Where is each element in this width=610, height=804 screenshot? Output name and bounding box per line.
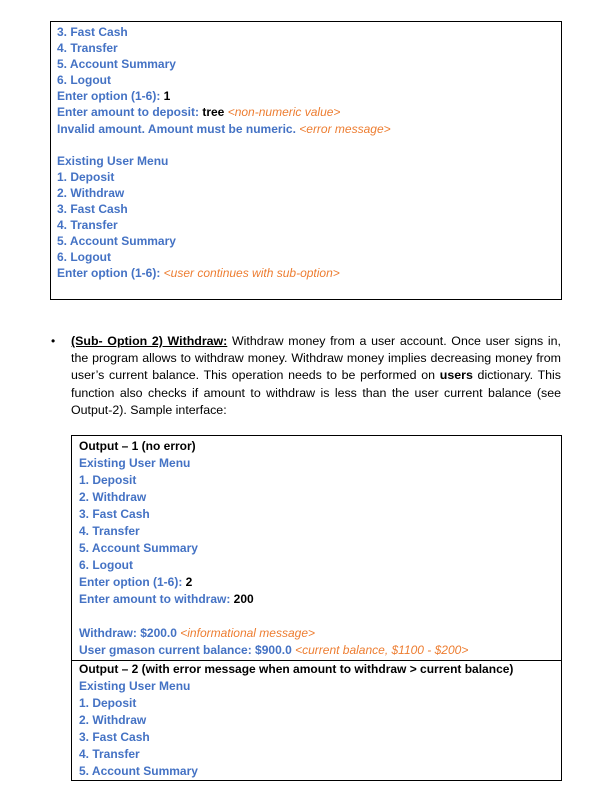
console-line: 6. Logout bbox=[57, 249, 561, 265]
prompt-text: 4. Transfer bbox=[79, 524, 140, 538]
console-line: 6. Logout bbox=[57, 72, 561, 88]
annotation-note: <current balance, $1100 - $200> bbox=[291, 643, 469, 657]
console-line: 2. Withdraw bbox=[79, 712, 561, 729]
console-line: Enter amount to withdraw: 200 bbox=[79, 591, 561, 608]
console-line: 3. Fast Cash bbox=[57, 24, 561, 40]
output-1-box: Output – 1 (no error) Existing User Menu 1… bbox=[71, 435, 562, 661]
prompt-text: Enter option (1-6): bbox=[57, 266, 164, 281]
console-line: 2. Withdraw bbox=[57, 185, 561, 201]
output-heading: Output – 2 (with error message when amou… bbox=[79, 662, 514, 676]
console-line: Enter amount to deposit: tree <non-numer… bbox=[57, 104, 561, 120]
console-line: Withdraw: $200.0 <informational message> bbox=[79, 625, 561, 642]
prompt-text: Enter option (1-6): bbox=[79, 575, 186, 589]
console-line: Enter option (1-6): 2 bbox=[79, 574, 561, 591]
console-line: User gmason current balance: $900.0 <cur… bbox=[79, 642, 561, 659]
output-2-box: Output – 2 (with error message when amou… bbox=[71, 660, 562, 781]
prompt-text: Existing User Menu bbox=[57, 153, 169, 168]
console-line: 4. Transfer bbox=[79, 746, 561, 763]
prompt-text: 4. Transfer bbox=[57, 218, 118, 233]
prompt-text: 6. Logout bbox=[57, 250, 111, 265]
annotation-note: <error message> bbox=[295, 121, 391, 136]
prompt-text: 1. Deposit bbox=[57, 169, 115, 184]
prompt-text: 5. Account Summary bbox=[57, 57, 176, 72]
prompt-text: 3. Fast Cash bbox=[79, 507, 150, 521]
user-input-value: 1 bbox=[163, 89, 171, 104]
output-heading: Output – 1 (no error) bbox=[79, 439, 196, 453]
annotation-note: <non-numeric value> bbox=[224, 105, 341, 120]
prompt-text: Enter option (1-6): bbox=[57, 89, 164, 104]
console-line: 1. Deposit bbox=[57, 169, 561, 185]
prompt-text: Existing User Menu bbox=[79, 679, 191, 693]
console-line: Invalid amount. Amount must be numeric. … bbox=[57, 121, 561, 137]
console-line: Output – 2 (with error message when amou… bbox=[79, 661, 561, 678]
console-line: 6. Logout bbox=[79, 557, 561, 574]
prompt-text: 4. Transfer bbox=[57, 41, 118, 56]
console-line: Enter option (1-6): 1 bbox=[57, 88, 561, 104]
annotation-note: <user continues with sub-option> bbox=[163, 266, 340, 281]
prompt-text: Invalid amount. Amount must be numeric. bbox=[57, 121, 296, 136]
prompt-text: 5. Account Summary bbox=[79, 541, 198, 555]
annotation-note: <informational message> bbox=[176, 626, 315, 640]
prompt-text: 3. Fast Cash bbox=[57, 202, 128, 217]
prompt-text: 2. Withdraw bbox=[79, 490, 147, 504]
console-line: Existing User Menu bbox=[79, 678, 561, 695]
console-line: 5. Account Summary bbox=[79, 540, 561, 557]
withdraw-description: (Sub- Option 2) Withdraw: Withdraw money… bbox=[71, 333, 561, 419]
console-line: Existing User Menu bbox=[57, 153, 561, 169]
users-keyword: users bbox=[439, 368, 473, 383]
prompt-text: Enter amount to deposit: bbox=[57, 105, 203, 120]
prompt-text: 1. Deposit bbox=[79, 696, 137, 710]
console-line: 5. Account Summary bbox=[57, 56, 561, 72]
console-line: 5. Account Summary bbox=[57, 233, 561, 249]
prompt-text: 2. Withdraw bbox=[57, 185, 125, 200]
console-line: 1. Deposit bbox=[79, 472, 561, 489]
sub-option-heading: (Sub- Option 2) Withdraw: bbox=[71, 334, 228, 348]
prompt-text: 6. Logout bbox=[57, 73, 111, 88]
user-input-value: tree bbox=[202, 105, 225, 120]
console-line: 3. Fast Cash bbox=[79, 506, 561, 523]
console-line: 5. Account Summary bbox=[79, 763, 561, 780]
prompt-text: 5. Account Summary bbox=[57, 234, 176, 249]
console-line: 4. Transfer bbox=[57, 217, 561, 233]
console-line: Existing User Menu bbox=[79, 455, 561, 472]
console-line: Enter option (1-6): <user continues with… bbox=[57, 265, 561, 281]
prompt-text: 5. Account Summary bbox=[79, 764, 198, 778]
user-input-value: 2 bbox=[185, 575, 193, 589]
console-line: 4. Transfer bbox=[79, 523, 561, 540]
console-line: 4. Transfer bbox=[57, 40, 561, 56]
console-line: 3. Fast Cash bbox=[57, 201, 561, 217]
prompt-text: User gmason current balance: $900.0 bbox=[79, 643, 292, 657]
prompt-text: Withdraw: $200.0 bbox=[79, 626, 177, 640]
prompt-text: 3. Fast Cash bbox=[57, 25, 128, 39]
console-line: 2. Withdraw bbox=[79, 489, 561, 506]
user-input-value: 200 bbox=[233, 592, 254, 606]
console-line: Output – 1 (no error) bbox=[79, 438, 561, 455]
prompt-text: 2. Withdraw bbox=[79, 713, 147, 727]
prompt-text: Existing User Menu bbox=[79, 456, 191, 470]
console-line: 1. Deposit bbox=[79, 695, 561, 712]
prompt-text: 1. Deposit bbox=[79, 473, 137, 487]
prompt-text: 3. Fast Cash bbox=[79, 730, 150, 744]
prompt-text: 4. Transfer bbox=[79, 747, 140, 761]
sample-output-box-deposit-error: 3. Fast Cash 4. Transfer 5. Account Summar… bbox=[50, 21, 562, 300]
bullet-icon: • bbox=[51, 334, 56, 348]
prompt-text: Enter amount to withdraw: bbox=[79, 592, 234, 606]
console-line: 3. Fast Cash bbox=[79, 729, 561, 746]
prompt-text: 6. Logout bbox=[79, 558, 133, 572]
